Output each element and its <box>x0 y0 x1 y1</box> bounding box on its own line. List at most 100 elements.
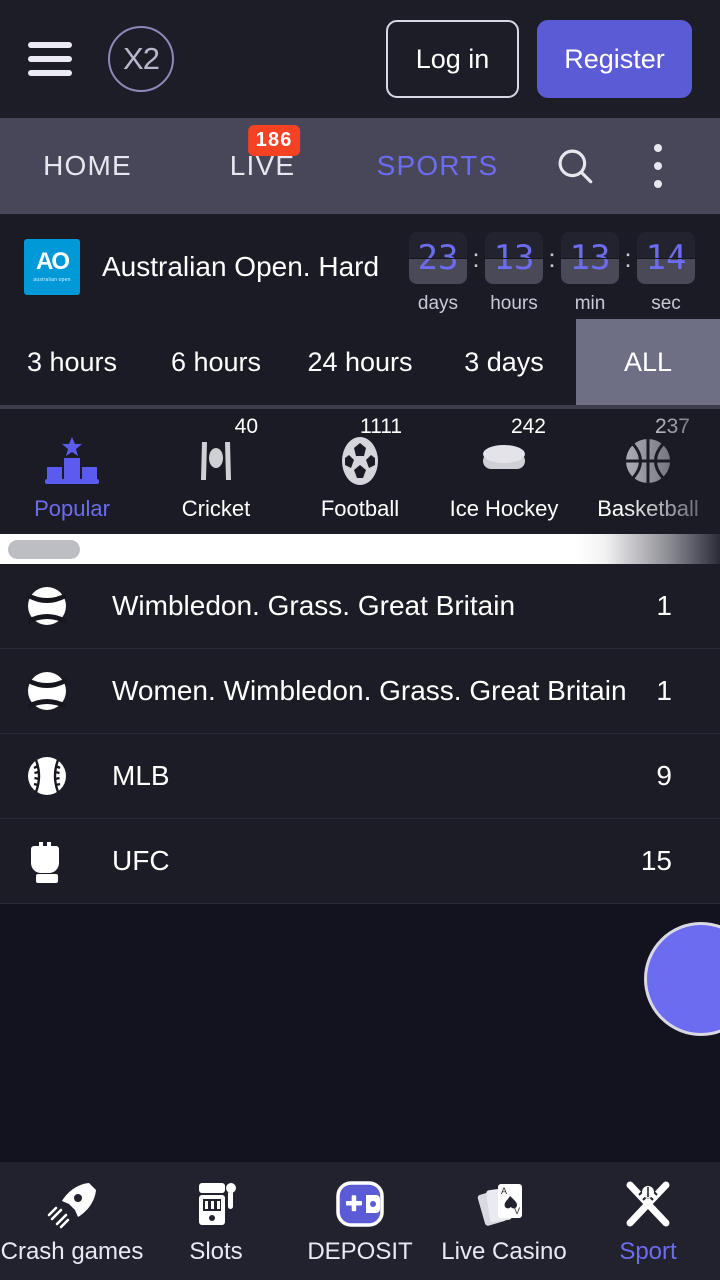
nav-tab-sports[interactable]: SPORTS <box>350 150 525 182</box>
register-button[interactable]: Register <box>537 20 692 98</box>
league-name: MLB <box>112 760 170 791</box>
sport-category-ice-hockey-count: 242 <box>510 415 546 438</box>
svg-text:V: V <box>514 1206 520 1216</box>
countdown-timer: 23 days : 13 hours : 13 min : 14 sec <box>408 232 696 315</box>
sport-category-basketball[interactable]: 237 Basketball <box>576 409 720 534</box>
horizontal-scrollbar[interactable] <box>0 534 720 564</box>
countdown-box-days: 23 <box>409 232 467 284</box>
league-count: 15 <box>640 845 672 876</box>
countdown-value-days: 23 <box>417 238 459 278</box>
podium-star-icon <box>44 430 100 492</box>
league-name: Women. Wimbledon. Grass. Great Britain <box>112 675 627 706</box>
ao-logo-subtitle: australian open <box>33 277 71 283</box>
sport-category-ice-hockey-label: Ice Hockey <box>449 496 559 521</box>
time-filter-bar: 3 hours 6 hours 24 hours 3 days ALL <box>0 319 720 409</box>
sport-category-popular[interactable]: Popular <box>0 409 144 534</box>
search-icon[interactable] <box>554 145 596 187</box>
ao-logo-mark: AO <box>36 248 70 275</box>
time-filter-24-hours[interactable]: 24 hours <box>288 319 432 405</box>
countdown-label-min: min <box>574 293 606 314</box>
event-title: Australian Open. Hard <box>102 250 380 282</box>
bottom-nav-sport[interactable]: Sport <box>576 1162 720 1280</box>
bottom-nav-deposit-label: DEPOSIT <box>307 1238 413 1265</box>
cricket-icon <box>191 430 241 492</box>
league-name: UFC <box>112 845 170 876</box>
countdown-unit-min: 13 min <box>560 232 620 315</box>
brand-logo[interactable]: X2 <box>108 26 174 92</box>
scrollbar-thumb[interactable] <box>8 540 80 559</box>
playing-cards-icon: A V <box>476 1176 532 1232</box>
top-header: X2 Log in Register <box>0 0 720 118</box>
countdown-label-sec: sec <box>651 293 681 314</box>
league-count: 1 <box>656 675 672 706</box>
bottom-nav-crash-games[interactable]: Crash games <box>0 1162 144 1280</box>
sport-category-basketball-label: Basketball <box>597 496 699 521</box>
live-badge: 186 <box>247 125 301 156</box>
league-count: 9 <box>656 760 672 791</box>
app-root: X2 Log in Register HOME 186 LIVE SPORTS … <box>0 0 720 1280</box>
ice-hockey-icon <box>478 430 530 492</box>
countdown-value-sec: 14 <box>645 238 687 278</box>
brand-logo-label: X2 <box>123 41 160 76</box>
countdown-unit-sec: 14 sec <box>636 232 696 315</box>
wallet-plus-icon <box>332 1176 388 1232</box>
list-item[interactable]: Wimbledon. Grass. Great Britain 1 <box>0 564 720 649</box>
sport-category-football[interactable]: 1111 Football <box>288 409 432 534</box>
baseball-icon <box>24 755 70 797</box>
bottom-nav-deposit[interactable]: DEPOSIT <box>288 1162 432 1280</box>
countdown-box-min: 13 <box>561 232 619 284</box>
countdown-separator-1: : <box>472 243 480 273</box>
main-nav: HOME 186 LIVE SPORTS <box>0 118 720 214</box>
bottom-nav-sport-label: Sport <box>619 1238 677 1265</box>
time-filter-all[interactable]: ALL <box>576 319 720 405</box>
australian-open-logo-icon: AO australian open <box>24 238 80 295</box>
kebab-menu-icon[interactable] <box>653 144 663 188</box>
countdown-unit-days: 23 days <box>408 232 468 315</box>
nav-tab-sports-label: SPORTS <box>376 150 499 181</box>
bottom-nav-crash-games-label: Crash games <box>0 1238 144 1265</box>
tennis-ball-icon <box>24 585 70 627</box>
nav-tab-live[interactable]: 186 LIVE <box>175 125 350 182</box>
sport-category-basketball-count: 237 <box>654 415 690 438</box>
league-list: Wimbledon. Grass. Great Britain 1 Women.… <box>0 564 720 904</box>
bottom-nav-live-casino[interactable]: A V Live Casino <box>432 1162 576 1280</box>
crossed-bats-icon <box>620 1176 676 1232</box>
sport-category-ice-hockey[interactable]: 242 Ice Hockey <box>432 409 576 534</box>
bottom-nav-live-casino-label: Live Casino <box>441 1238 567 1265</box>
basketball-icon <box>623 430 673 492</box>
svg-text:A: A <box>501 1186 507 1196</box>
bottom-nav-slots-label: Slots <box>189 1238 243 1265</box>
time-filter-3-days[interactable]: 3 days <box>432 319 576 405</box>
countdown-label-days: days <box>417 293 459 314</box>
tennis-ball-icon <box>24 670 70 712</box>
sport-category-popular-label: Popular <box>34 496 110 521</box>
countdown-unit-hours: 13 hours <box>484 232 544 315</box>
list-item[interactable]: Women. Wimbledon. Grass. Great Britain 1 <box>0 649 720 734</box>
floating-action-button[interactable] <box>644 922 720 1036</box>
countdown-value-hours: 13 <box>493 238 535 278</box>
hamburger-menu-icon[interactable] <box>28 42 72 76</box>
rocket-icon <box>45 1176 99 1232</box>
nav-tab-home-label: HOME <box>43 150 132 181</box>
nav-tab-home[interactable]: HOME <box>0 150 175 182</box>
sport-category-cricket-label: Cricket <box>181 496 251 521</box>
league-name: Wimbledon. Grass. Great Britain <box>112 590 516 621</box>
countdown-box-sec: 14 <box>637 232 695 284</box>
bottom-nav-slots[interactable]: Slots <box>144 1162 288 1280</box>
bottom-nav: Crash games Slots DEPOSIT A V Live Casin… <box>0 1162 720 1280</box>
sport-category-football-label: Football <box>320 496 400 521</box>
time-filter-3-hours[interactable]: 3 hours <box>0 319 144 405</box>
list-item[interactable]: UFC 15 <box>0 819 720 904</box>
time-filter-6-hours[interactable]: 6 hours <box>144 319 288 405</box>
event-banner[interactable]: AO australian open Australian Open. Hard… <box>0 214 720 319</box>
countdown-box-hours: 13 <box>485 232 543 284</box>
list-item[interactable]: MLB 9 <box>0 734 720 819</box>
login-button[interactable]: Log in <box>386 20 519 98</box>
slot-machine-icon <box>191 1176 241 1232</box>
countdown-separator-2: : <box>548 243 556 273</box>
sport-category-cricket-count: 40 <box>234 415 258 438</box>
countdown-value-min: 13 <box>569 238 611 278</box>
football-icon <box>335 430 385 492</box>
nav-icon-group <box>525 144 720 188</box>
sport-category-cricket[interactable]: 40 Cricket <box>144 409 288 534</box>
